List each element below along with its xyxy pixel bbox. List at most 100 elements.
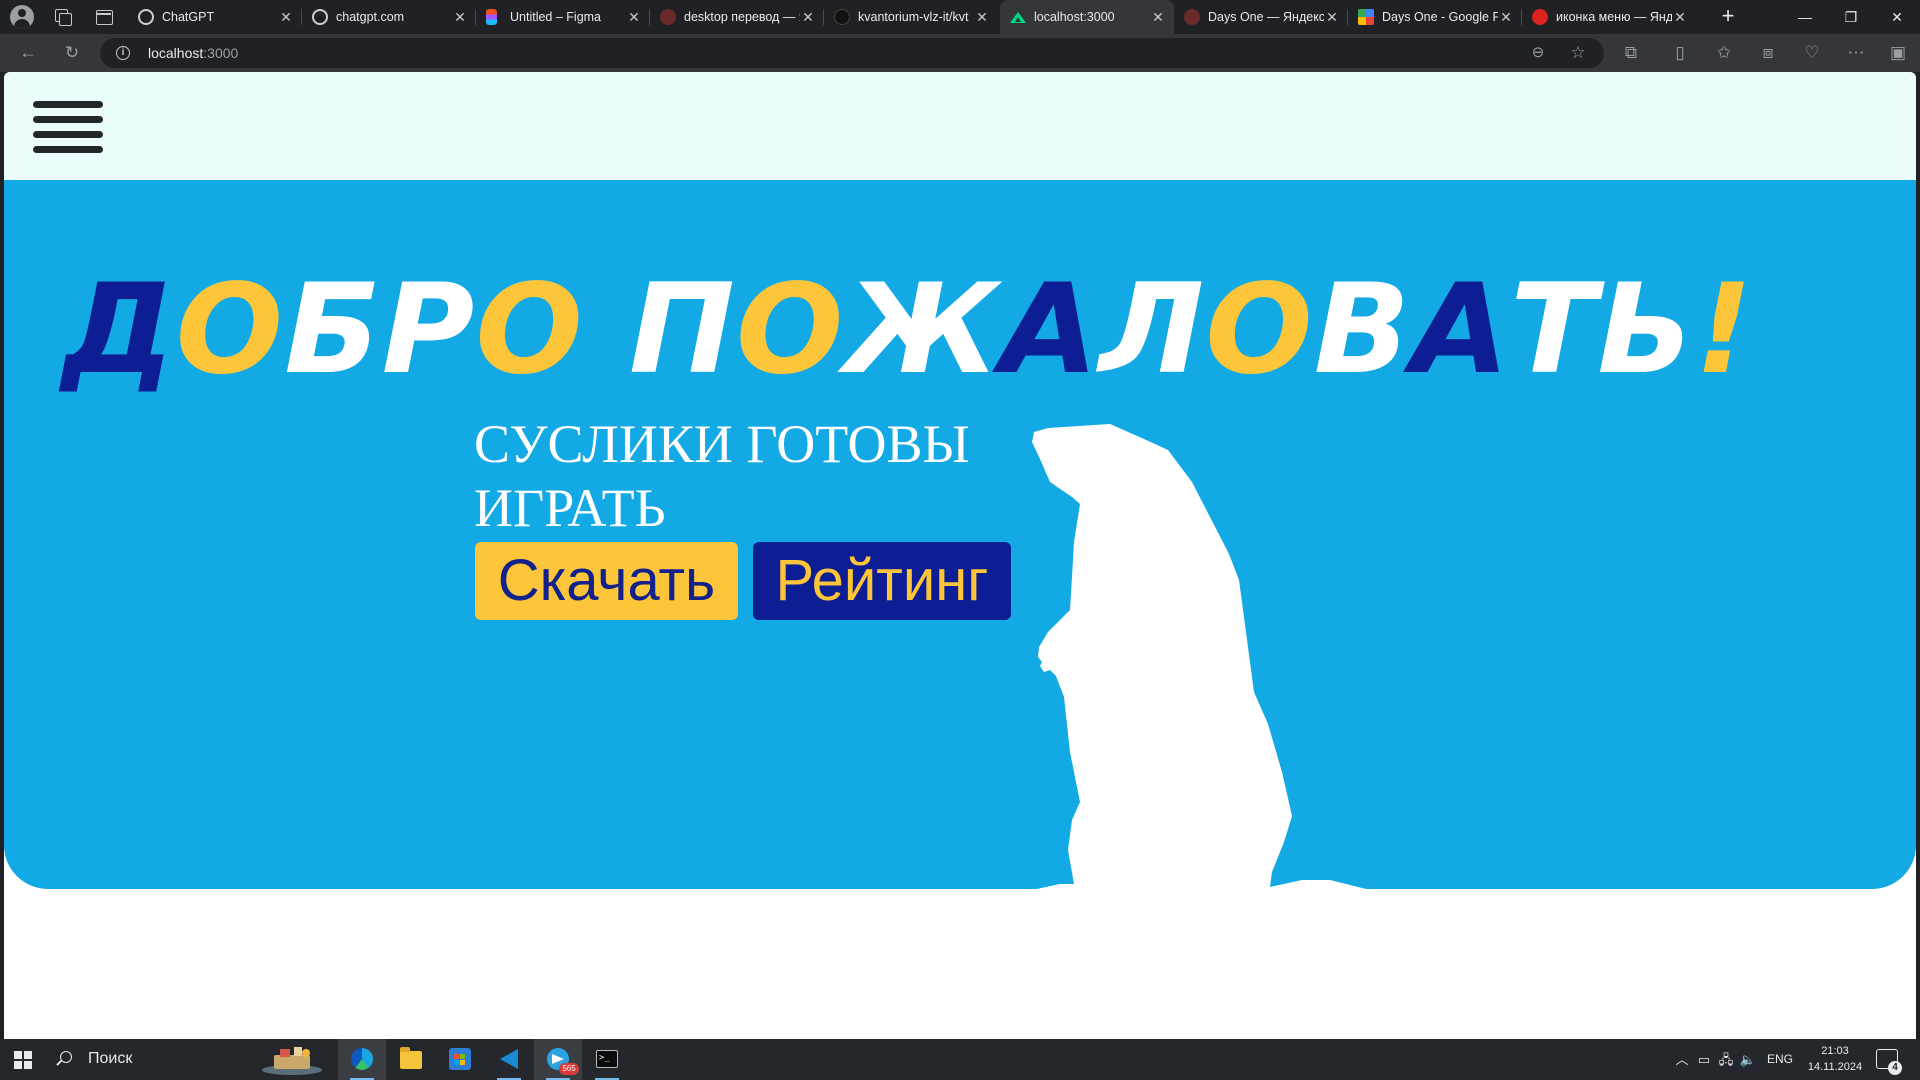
meet-now-icon[interactable]: ▭ xyxy=(1694,1039,1714,1080)
download-button[interactable]: Скачать xyxy=(475,542,738,620)
title-letter: П xyxy=(628,258,736,402)
workspaces-icon[interactable] xyxy=(50,5,74,29)
tab-days-one-yandex[interactable]: Days One — Яндекс ✕ xyxy=(1174,0,1348,34)
title-letter: Б xyxy=(284,258,382,402)
favorite-star-icon[interactable]: ☆ xyxy=(1566,41,1590,65)
figma-icon xyxy=(486,9,497,25)
notification-count-badge: 4 xyxy=(1888,1061,1902,1075)
search-icon xyxy=(60,1051,72,1063)
tab-github-kvantorium[interactable]: kvantorium-vlz-it/kvt ✕ xyxy=(824,0,998,34)
subtitle-line: СУСЛИКИ ГОТОВЫ xyxy=(474,414,970,474)
more-menu-icon[interactable]: ⋯ xyxy=(1844,41,1868,65)
close-icon[interactable]: ✕ xyxy=(1324,9,1340,25)
tab-menu-icon-yandex[interactable]: иконка меню — Янд ✕ xyxy=(1522,0,1696,34)
tab-chatgpt-com[interactable]: chatgpt.com ✕ xyxy=(302,0,476,34)
hero-section: ДОБРО ПОЖАЛОВАТЬ! СУСЛИКИ ГОТОВЫ ИГРАТЬ … xyxy=(4,180,1916,889)
title-letter: Ж xyxy=(844,258,1001,402)
openai-icon xyxy=(138,9,154,25)
tab-title: Untitled – Figma xyxy=(510,10,602,24)
tab-desktop-translate[interactable]: desktop перевод — Я ✕ xyxy=(650,0,824,34)
restore-button[interactable]: ❐ xyxy=(1828,0,1874,34)
edge-icon xyxy=(351,1048,373,1070)
zoom-icon[interactable]: ⊖ xyxy=(1526,41,1550,65)
close-icon[interactable]: ✕ xyxy=(800,9,816,25)
title-letter: А xyxy=(1411,258,1511,402)
taskbar-store[interactable] xyxy=(436,1039,484,1080)
split-screen-icon[interactable]: ▯ xyxy=(1668,41,1692,65)
taskbar-telegram[interactable]: 565 xyxy=(534,1039,582,1080)
google-fonts-icon xyxy=(1358,9,1374,25)
vscode-icon xyxy=(498,1048,520,1070)
clock-date: 14.11.2024 xyxy=(1807,1061,1863,1073)
browser-essentials-icon[interactable]: ♡ xyxy=(1800,41,1824,65)
title-letter: О xyxy=(475,258,584,402)
tab-figma[interactable]: Untitled – Figma ✕ xyxy=(476,0,650,34)
hamburger-menu-icon[interactable] xyxy=(33,101,103,156)
subtitle-line: ИГРАТЬ xyxy=(474,478,666,538)
burger-line xyxy=(33,101,103,108)
taskbar-search[interactable]: Поиск xyxy=(48,1039,338,1080)
extensions-icon[interactable]: ⧉ xyxy=(1619,41,1643,65)
close-icon[interactable]: ✕ xyxy=(626,9,642,25)
github-icon xyxy=(834,9,850,25)
unread-badge: 565 xyxy=(559,1063,579,1075)
hero-subtitle: СУСЛИКИ ГОТОВЫ ИГРАТЬ xyxy=(474,412,1034,540)
tab-actions-icon[interactable] xyxy=(92,5,116,29)
address-url[interactable]: localhost:3000 xyxy=(148,45,238,61)
taskbar-vscode[interactable] xyxy=(485,1039,533,1080)
store-icon xyxy=(449,1048,471,1070)
search-highlight-icon xyxy=(262,1047,322,1075)
site-header xyxy=(4,72,1916,180)
tab-title: localhost:3000 xyxy=(1034,10,1115,24)
taskbar-edge[interactable] xyxy=(338,1039,386,1080)
taskbar-file-explorer[interactable] xyxy=(387,1039,435,1080)
rating-button[interactable]: Рейтинг xyxy=(753,542,1011,620)
tab-localhost[interactable]: localhost:3000 ✕ xyxy=(1000,0,1174,34)
profile-avatar-icon[interactable] xyxy=(10,5,34,29)
welcome-heading: ДОБРО ПОЖАЛОВАТЬ! xyxy=(62,268,1898,392)
close-icon[interactable]: ✕ xyxy=(278,9,294,25)
close-icon[interactable]: ✕ xyxy=(974,9,990,25)
tab-title: Days One — Яндекс xyxy=(1208,10,1324,24)
favorites-icon[interactable]: ✩ xyxy=(1712,41,1736,65)
start-tile xyxy=(24,1061,32,1069)
start-tile xyxy=(14,1051,22,1059)
sidebar-toggle-icon[interactable]: ▣ xyxy=(1886,41,1910,65)
yandex-icon xyxy=(660,9,676,25)
volume-icon[interactable]: 🔈 xyxy=(1738,1039,1758,1080)
tab-chatgpt[interactable]: ChatGPT ✕ xyxy=(128,0,302,34)
site-info-icon[interactable]: i xyxy=(116,46,130,60)
back-arrow-icon[interactable]: ← xyxy=(16,41,40,65)
windows-start-icon[interactable] xyxy=(14,1051,32,1069)
tab-title: Days One - Google F xyxy=(1382,10,1498,24)
title-letter: О xyxy=(175,258,285,402)
system-clock[interactable]: 21:03 14.11.2024 xyxy=(1800,1043,1870,1075)
close-icon[interactable]: ✕ xyxy=(1498,9,1514,25)
close-icon[interactable]: ✕ xyxy=(452,9,468,25)
network-icon[interactable]: 🖧 xyxy=(1716,1039,1736,1080)
collections-icon[interactable]: ⧈ xyxy=(1756,41,1780,65)
tab-days-one-google-fonts[interactable]: Days One - Google F ✕ xyxy=(1348,0,1522,34)
title-letter: О xyxy=(735,258,845,402)
title-letter: Д xyxy=(62,258,176,402)
close-icon[interactable]: ✕ xyxy=(1672,9,1688,25)
title-letter: Р xyxy=(381,258,476,402)
language-indicator[interactable]: ENG xyxy=(1762,1039,1798,1080)
new-tab-button[interactable]: + xyxy=(1716,5,1740,29)
tab-title: chatgpt.com xyxy=(336,10,405,24)
burger-line xyxy=(33,131,103,138)
start-tile xyxy=(14,1061,22,1069)
window-close-button[interactable]: ✕ xyxy=(1874,0,1920,34)
close-icon[interactable]: ✕ xyxy=(1150,9,1166,25)
browser-toolbar: ← ↻ i localhost:3000 ⊖ ☆ ⧉ ▯ ✩ ⧈ ♡ ⋯ ▣ xyxy=(0,34,1920,72)
title-letter: ! xyxy=(1694,258,1754,402)
tab-title: kvantorium-vlz-it/kvt xyxy=(858,10,969,24)
tab-title: ChatGPT xyxy=(162,10,215,24)
reload-icon[interactable]: ↻ xyxy=(60,41,84,65)
tray-overflow-chevron-icon[interactable]: ︿ xyxy=(1672,1039,1692,1080)
title-letter: В xyxy=(1313,258,1412,402)
address-bar[interactable]: i localhost:3000 ⊖ ☆ xyxy=(100,38,1604,68)
minimize-button[interactable]: — xyxy=(1782,0,1828,34)
title-letter: О xyxy=(1205,258,1314,402)
taskbar-terminal[interactable] xyxy=(583,1039,631,1080)
